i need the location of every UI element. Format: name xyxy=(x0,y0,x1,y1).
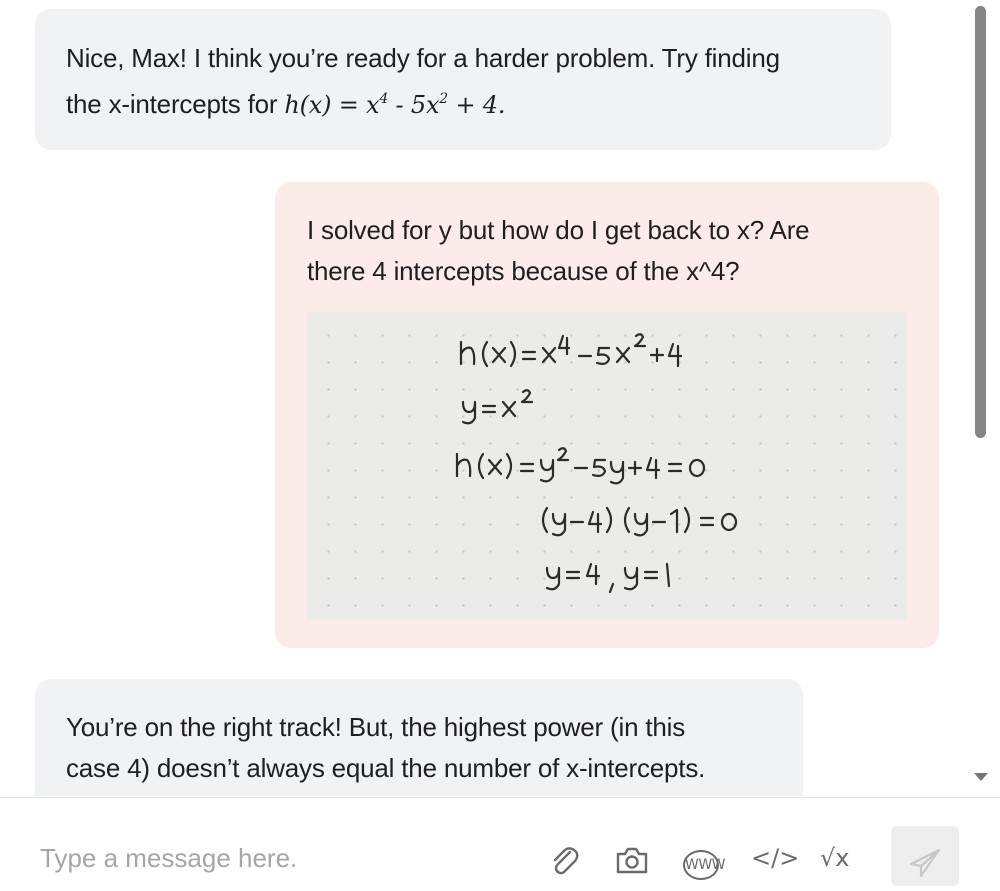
message-line: the x-intercepts for h(x) = x4 - 5x2 + 4… xyxy=(66,79,866,126)
handwritten-line xyxy=(459,333,683,368)
chat-thread[interactable]: Nice, Max! I think you’re ready for a ha… xyxy=(0,0,972,796)
message-text: Nice, Max! I think you’re ready for a ha… xyxy=(66,38,866,126)
handwritten-line xyxy=(541,506,738,537)
paperclip-icon[interactable] xyxy=(546,842,582,878)
formula-part: x xyxy=(425,91,440,119)
math-formula: h(x) = x4 - 5x2 + 4. xyxy=(284,91,505,119)
formula-part: + 4. xyxy=(448,91,506,119)
send-button[interactable] xyxy=(891,826,959,886)
message-composer: WWW </> √x xyxy=(0,798,1000,886)
message-line: there 4 intercepts because of the x^4? xyxy=(307,256,740,286)
camera-icon[interactable] xyxy=(614,842,650,878)
formula-part: = xyxy=(331,91,367,119)
scroll-down-arrow-icon[interactable] xyxy=(974,773,988,781)
formula-part: h(x) xyxy=(284,91,332,119)
message-line: You’re on the right track! But, the high… xyxy=(66,712,686,742)
handwritten-work-image[interactable] xyxy=(307,312,907,620)
message-text: You’re on the right track! But, the high… xyxy=(66,707,786,789)
send-icon xyxy=(909,848,941,878)
tutor-message: You’re on the right track! But, the high… xyxy=(35,679,803,796)
message-line-prefix: the x-intercepts for xyxy=(66,89,285,119)
message-line: I solved for y but how do I get back to … xyxy=(307,215,810,245)
message-input[interactable] xyxy=(28,838,552,878)
scrollbar-thumb[interactable] xyxy=(975,6,986,438)
formula-part: - 5 xyxy=(388,91,427,119)
handwritten-line xyxy=(455,447,706,485)
formula-exponent: 2 xyxy=(439,91,449,107)
handwritten-line xyxy=(545,562,671,594)
message-line: Nice, Max! I think you’re ready for a ha… xyxy=(66,43,780,73)
code-icon[interactable]: </> xyxy=(751,844,799,872)
formula-exponent: 4 xyxy=(379,91,389,107)
tutor-message: Nice, Max! I think you’re ready for a ha… xyxy=(35,9,891,150)
student-message: I solved for y but how do I get back to … xyxy=(275,182,939,648)
handwriting-drawing xyxy=(455,333,738,594)
handwritten-line xyxy=(461,389,534,425)
message-line: case 4) doesn’t always equal the number … xyxy=(66,753,706,783)
chat-scrollbar[interactable] xyxy=(972,0,990,796)
message-text: I solved for y but how do I get back to … xyxy=(307,210,907,292)
formula-part: x xyxy=(366,91,380,119)
square-root-icon[interactable]: √x xyxy=(820,844,850,872)
